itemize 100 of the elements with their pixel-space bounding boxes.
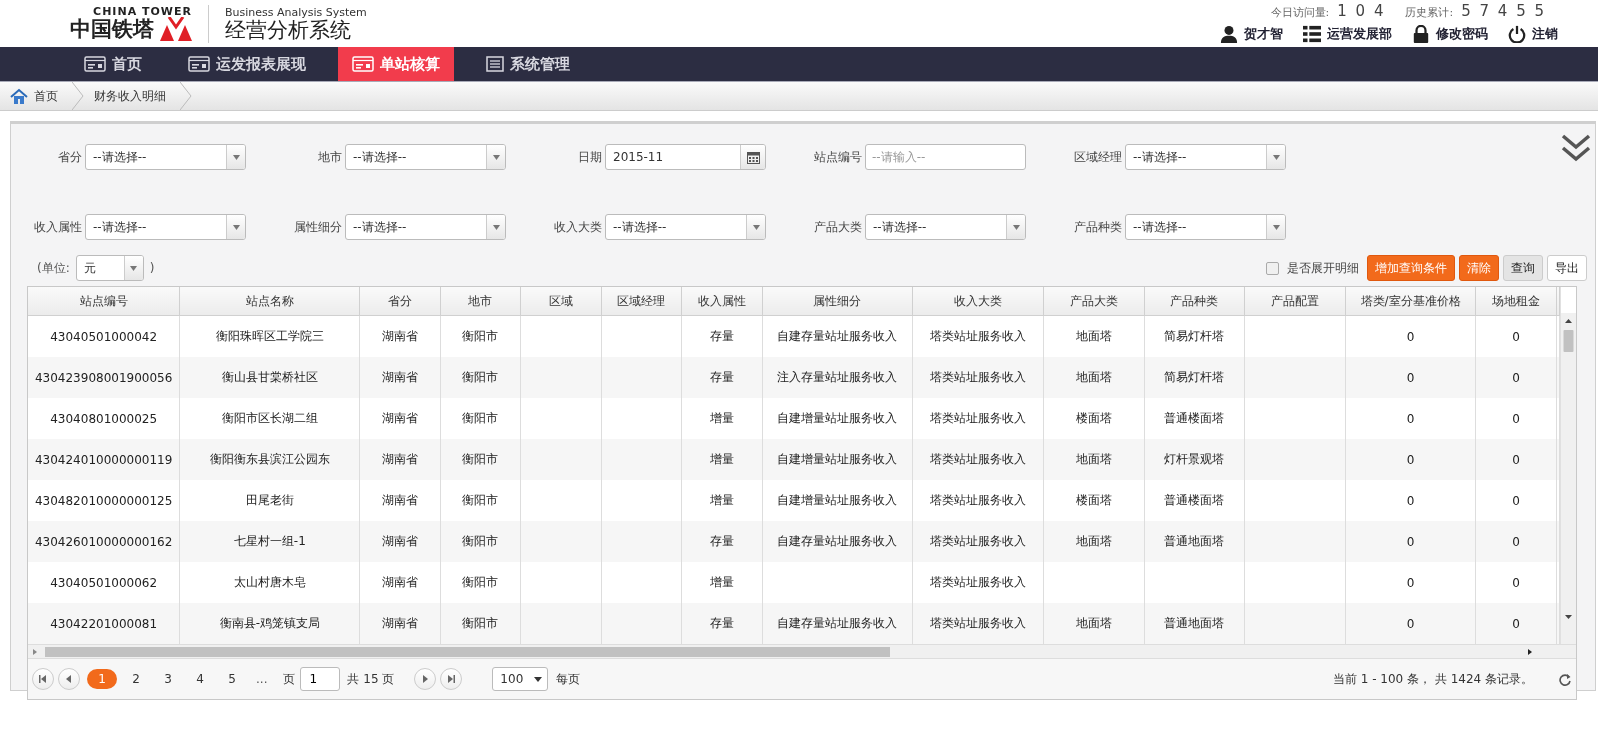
- dropdown[interactable]: --请选择--: [1125, 144, 1286, 170]
- table-cell: 七星村一组-1: [179, 521, 360, 562]
- column-header[interactable]: 收入大类: [912, 287, 1044, 316]
- refresh-icon[interactable]: [1559, 672, 1572, 686]
- logo-text: CHINA TOWER: [93, 6, 192, 17]
- table-cell: 430424010000000119: [28, 439, 180, 480]
- table-cell: 自建存量站址服务收入: [762, 603, 913, 644]
- caret-icon: [232, 154, 240, 160]
- previous-page-button[interactable]: [58, 668, 80, 690]
- column-header[interactable]: 产品配置: [1244, 287, 1346, 316]
- column-header[interactable]: 站点编号: [28, 287, 180, 316]
- total-count: 5 7 4 5 5: [1461, 2, 1546, 20]
- home-icon: [10, 87, 28, 105]
- breadcrumb-link[interactable]: 财务收入明细: [84, 82, 180, 110]
- nav-tab[interactable]: 运发报表展现: [174, 47, 320, 81]
- next-page-button[interactable]: [414, 668, 437, 690]
- table-cell: 地面塔: [1043, 357, 1145, 398]
- filter-label: 地市: [317, 148, 342, 166]
- table-cell: 0: [1345, 439, 1476, 480]
- table-cell: 0: [1475, 439, 1557, 480]
- breadcrumb-link[interactable]: 首页: [0, 82, 72, 110]
- dropdown[interactable]: --请选择--: [345, 144, 506, 170]
- column-header[interactable]: 产品大类: [1043, 287, 1145, 316]
- list-icon: [486, 56, 504, 72]
- dropdown[interactable]: --请选择--: [605, 214, 766, 240]
- table-cell: 灯杆景观塔: [1144, 439, 1245, 480]
- table-cell: 塔类站址服务收入: [912, 357, 1044, 398]
- lock-icon: [1412, 25, 1430, 43]
- column-header[interactable]: 产品种类: [1144, 287, 1245, 316]
- dropdown[interactable]: --请选择--: [345, 214, 506, 240]
- logo-icon: [160, 17, 192, 41]
- dropdown[interactable]: --请选择--: [865, 214, 1026, 240]
- calendar-icon: [746, 150, 760, 164]
- card-icon: [188, 56, 210, 72]
- table-cell: 存量: [681, 357, 762, 398]
- card-icon: [84, 56, 106, 72]
- column-header[interactable]: 区域经理: [601, 287, 682, 316]
- per-page-label: 每页: [556, 670, 581, 688]
- column-header[interactable]: 省分: [359, 287, 441, 316]
- table-cell: 自建增量站址服务收入: [762, 439, 913, 480]
- logout-link[interactable]: 注销: [1508, 25, 1558, 43]
- checkbox-label: 是否展开明细: [1287, 259, 1359, 277]
- filter-label: 属性细分: [293, 218, 342, 236]
- input-field[interactable]: --请输入--: [865, 144, 1026, 170]
- department-link[interactable]: 运营发展部: [1303, 25, 1392, 43]
- first-page-button[interactable]: [32, 668, 54, 690]
- table-cell: 地面塔: [1043, 439, 1145, 480]
- dropdown[interactable]: --请选择--: [85, 144, 246, 170]
- page-number[interactable]: 4: [187, 669, 213, 689]
- unit-label: (单位:: [37, 259, 70, 277]
- column-header[interactable]: 属性细分: [762, 287, 913, 316]
- visit-label: 今日访问量:: [1270, 5, 1330, 20]
- action-button[interactable]: 查询: [1503, 255, 1543, 281]
- change-password-link[interactable]: 修改密码: [1412, 25, 1488, 43]
- page-input[interactable]: 1: [300, 667, 341, 691]
- table-cell: 湖南省: [359, 521, 441, 562]
- nav-tab[interactable]: 单站核算: [338, 47, 454, 81]
- system-subtitle: Business Analysis System: [225, 6, 367, 18]
- unit-label: ): [149, 261, 155, 275]
- skip-arrow-icon: [38, 675, 48, 683]
- column-header[interactable]: 塔类/室分基准价格: [1345, 287, 1476, 316]
- collapse-icon[interactable]: [1561, 134, 1591, 162]
- filter-label: 日期: [577, 148, 602, 166]
- user-link[interactable]: 贺才智: [1220, 25, 1283, 43]
- table-cell: 塔类站址服务收入: [912, 603, 1044, 644]
- column-header[interactable]: 场地租金: [1475, 287, 1557, 316]
- nav-tab[interactable]: 系统管理: [472, 47, 584, 81]
- date-field[interactable]: 2015-11: [605, 144, 766, 170]
- nav-tab[interactable]: 首页: [70, 47, 156, 81]
- table-cell: 衡阳市: [440, 603, 521, 644]
- column-header[interactable]: 收入属性: [681, 287, 762, 316]
- filter-label: 省分: [57, 148, 82, 166]
- checkbox[interactable]: [1266, 261, 1279, 275]
- table-cell: 430426010000000162: [28, 521, 180, 562]
- last-page-button[interactable]: [440, 668, 463, 690]
- page-number[interactable]: 3: [155, 669, 181, 689]
- caret-icon: [1012, 224, 1020, 230]
- table-cell: 自建存量站址服务收入: [762, 521, 913, 562]
- system-title: 经营分析系统: [225, 19, 351, 41]
- page-number[interactable]: 5: [219, 669, 245, 689]
- table-cell: 0: [1345, 603, 1476, 644]
- user-icon: [1220, 25, 1238, 43]
- page-size-dropdown[interactable]: 100: [492, 667, 549, 691]
- table-cell: 衡阳衡东县滨江公园东: [179, 439, 360, 480]
- page-number[interactable]: 2: [123, 669, 149, 689]
- action-button[interactable]: 导出: [1547, 255, 1587, 281]
- record-summary: 当前 1 - 100 条， 共 1424 条记录。: [1332, 670, 1533, 688]
- arrow-icon: [64, 675, 74, 683]
- total-pages: 共 15 页: [347, 670, 395, 688]
- table-cell: 43042201000081: [28, 603, 180, 644]
- visit-count: 1 0 4: [1337, 2, 1386, 20]
- caret-icon: [1272, 224, 1280, 230]
- table-cell: 430423908001900056: [28, 357, 180, 398]
- column-header[interactable]: 地市: [440, 287, 521, 316]
- unit-dropdown[interactable]: 元: [75, 255, 144, 281]
- column-header[interactable]: 站点名称: [179, 287, 360, 316]
- table-cell: 普通地面塔: [1144, 521, 1245, 562]
- dropdown[interactable]: --请选择--: [85, 214, 246, 240]
- dropdown[interactable]: --请选择--: [1125, 214, 1286, 240]
- column-header[interactable]: 区域: [520, 287, 602, 316]
